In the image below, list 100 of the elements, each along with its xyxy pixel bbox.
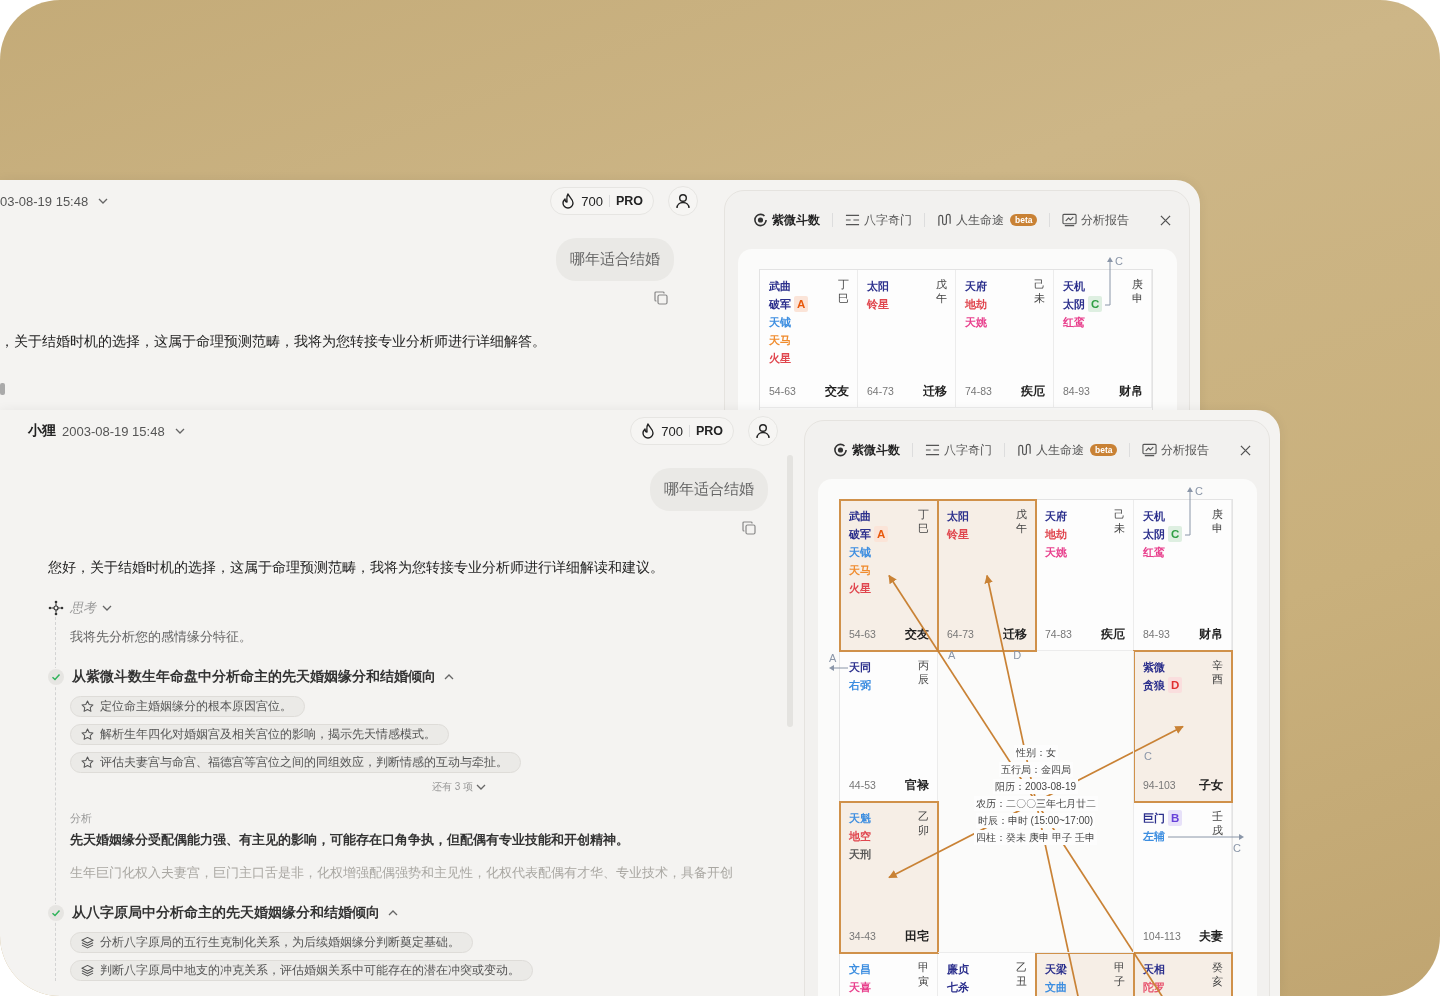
credits-count: 700 [581,193,603,209]
stem-text: 乙 [918,809,929,823]
caret-up-icon[interactable] [388,910,398,916]
credits-pill[interactable]: 700 PRO [550,187,654,215]
scrollbar-thumb[interactable] [0,383,5,395]
branch-text: 申 [1212,521,1223,535]
palace-name: 疾厄 [1101,626,1125,643]
thinking-text: 我将先分析您的感情缘分特征。 [70,629,253,646]
credits-pill[interactable]: 700 PRO [630,417,734,445]
star-name: 太阴 [1143,526,1165,542]
star-name: 地劫 [1045,526,1067,542]
assistant-message: ，关于结婚时机的选择，这属于命理预测范畴，我将为您转接专业分析师进行详细解答。 [0,333,547,351]
palace-cell[interactable]: 天机 太阴 C 红鸾 庚 申 84-93 财帛 [1134,500,1232,651]
chart-tab[interactable]: 人生命途 beta [1005,442,1130,458]
chart-tab[interactable]: 人生命途 beta [925,212,1050,228]
caret-up-icon[interactable] [444,674,454,680]
star-icon [81,700,94,713]
palace-name: 财帛 [1119,383,1143,400]
star-name: 太阳 [947,508,969,524]
star-name: 铃星 [947,526,969,542]
star-name: 巨门 [1143,810,1165,826]
transform-label: C [1115,255,1123,267]
star-name: 天马 [849,562,871,578]
palace-cell[interactable]: 文昌 天喜 甲 寅 [840,953,938,996]
palace-cell[interactable]: 天机 太阴 C 红鸾 庚 申 84-93 财帛 [1054,270,1152,408]
age-range: 84-93 [1063,385,1090,397]
palace-name: 官禄 [905,777,929,794]
star-name: 天姚 [965,314,987,330]
transform-label: C [1195,485,1203,497]
star-name: 铃星 [867,296,889,312]
branch-text: 酉 [1212,672,1223,686]
star-name: 天魁 [849,810,871,826]
palace-cell[interactable]: 武曲 破军 A 天钺 天马 火星 丁 巳 54-63 交友 [760,270,858,408]
branch-text: 巳 [918,521,929,535]
palace-cell[interactable]: 天魁 地空 天刑 乙 卯 34-43 田宅 [840,802,938,953]
palace-cell[interactable]: 天府 地劫 天姚 己 未 74-83 疾厄 [1036,500,1134,651]
chart-tab[interactable]: 紫微斗数 [753,212,832,228]
age-range: 44-53 [849,779,876,791]
transform-badge: B [1168,810,1183,826]
palace-cell[interactable]: 天同 右弼 丙 辰 44-53 官禄 [840,651,938,802]
stem-text: 丁 [838,277,849,291]
chart-tab[interactable]: 分析报告 [1050,212,1142,228]
chart-tab[interactable]: 八字奇门 [833,212,924,228]
credits-count: 700 [661,423,683,439]
age-range: 34-43 [849,930,876,942]
close-icon [1160,214,1171,226]
palace-cell[interactable]: 天府 地劫 天姚 己 未 74-83 疾厄 [956,270,1054,408]
step-title[interactable]: 从紫微斗数生年命盘中分析命主的先天婚姻缘分和结婚倾向 [72,668,436,686]
analysis-detail: 生年巨门化权入夫妻宫，巨门主口舌是非，化权增强配偶强势和主见性，化权代表配偶有才华、专业技术，具备开创 [70,864,733,882]
chevron-down-icon[interactable] [476,784,487,790]
branch-text: 亥 [1212,974,1223,988]
step-title[interactable]: 从八字原局中分析命主的先天婚姻缘分和结婚倾向 [72,904,380,922]
arrow-label: C [1144,749,1152,762]
transform-arrow [1184,487,1193,536]
arrow-label: A [948,649,956,661]
branch-text: 未 [1114,521,1125,535]
chart-datetime: 03-08-19 15:48 [0,193,89,209]
chart-tab[interactable]: 分析报告 [1130,442,1222,458]
copy-icon[interactable] [654,291,668,305]
stem-text: 乙 [1016,960,1027,974]
palace-cell[interactable]: 廉贞 七杀 乙 丑 [938,953,1036,996]
user-button[interactable] [748,416,778,446]
palace-cell[interactable]: 太阳 铃星 戊 午 64-73 迁移 [858,270,956,408]
star-name: 廉贞 [947,961,969,977]
chevron-down-icon[interactable] [102,605,112,611]
chart-info: 农历：二〇〇三年七月廿二 [973,795,1098,811]
star-name: 七杀 [947,979,969,995]
star-name: 天同 [849,659,871,675]
assistant-message: 您好，关于结婚时机的选择，这属于命理预测范畴，我将为您转接专业分析师进行详细解读和建议。 [48,559,665,577]
user-message: 哪年适合结婚 [650,468,768,511]
age-range: 54-63 [849,628,876,640]
task-pill: 分析八字原局的五行生克制化关系，为后续婚姻缘分判断奠定基础。 [70,932,473,953]
transform-badge: A [794,296,809,312]
plan-label: PRO [615,194,643,208]
lines-icon [845,213,860,227]
chart-tab[interactable]: 紫微斗数 [833,442,912,458]
beta-badge: beta [1010,214,1038,226]
chart-info: 时辰：申时 (15:00~17:00) [975,812,1096,828]
chart-tab[interactable]: 八字奇门 [913,442,1004,458]
flame-icon [561,193,576,209]
star-name: 天府 [965,278,987,294]
path-icon [937,213,952,227]
task-pill: 评估夫妻宫与命宫、福德宫等宫位之间的同组效应，判断情感的互动与牵扯。 [70,752,521,773]
palace-cell[interactable]: 巨门 B 左辅 壬 戌 104-113 夫妻 [1134,802,1232,953]
star-name: 天姚 [1045,544,1067,560]
transform-badge: C [1168,526,1183,542]
chevron-down-icon[interactable] [174,428,185,434]
palace-cell[interactable]: 太阳 铃星 戊 午 64-73 迁移 [938,500,1036,651]
star-name: 地劫 [965,296,987,312]
age-range: 64-73 [867,385,894,397]
palace-cell[interactable]: 天梁 文曲 甲 子 [1036,953,1134,996]
transform-badge: A [874,526,889,542]
transform-badge: D [1168,677,1183,693]
user-button[interactable] [668,186,698,216]
star-name: 天钺 [769,314,791,330]
palace-name: 迁移 [1003,626,1027,643]
user-icon [675,193,691,209]
stem-text: 丁 [918,507,929,521]
chevron-down-icon[interactable] [98,198,109,204]
copy-icon[interactable] [742,521,756,535]
